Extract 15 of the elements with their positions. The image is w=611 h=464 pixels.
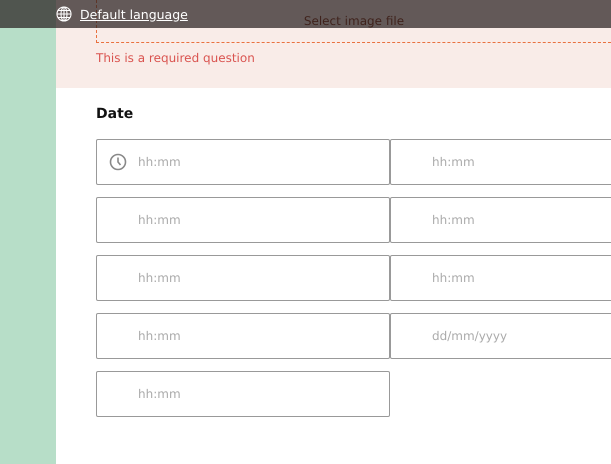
drop-zone-label: Select image file <box>304 14 404 28</box>
clock-icon <box>109 153 127 171</box>
time-field[interactable]: hh:mm <box>390 197 611 243</box>
time-field[interactable]: hh:mm <box>96 313 390 359</box>
time-field[interactable]: hh:mm <box>96 255 390 301</box>
globe-icon <box>56 6 72 22</box>
language-link[interactable]: Default language <box>80 6 188 22</box>
time-field[interactable]: dd/mm/yyyy <box>390 313 611 359</box>
question-title: Date <box>96 106 134 122</box>
time-field[interactable]: hh:mm <box>96 197 390 243</box>
time-field[interactable]: hh:mm <box>390 255 611 301</box>
time-field[interactable]: hh:mm <box>96 139 390 185</box>
error-message: This is a required question <box>96 51 256 65</box>
time-field[interactable]: hh:mm <box>96 371 390 417</box>
time-field[interactable]: hh:mm <box>390 139 611 185</box>
